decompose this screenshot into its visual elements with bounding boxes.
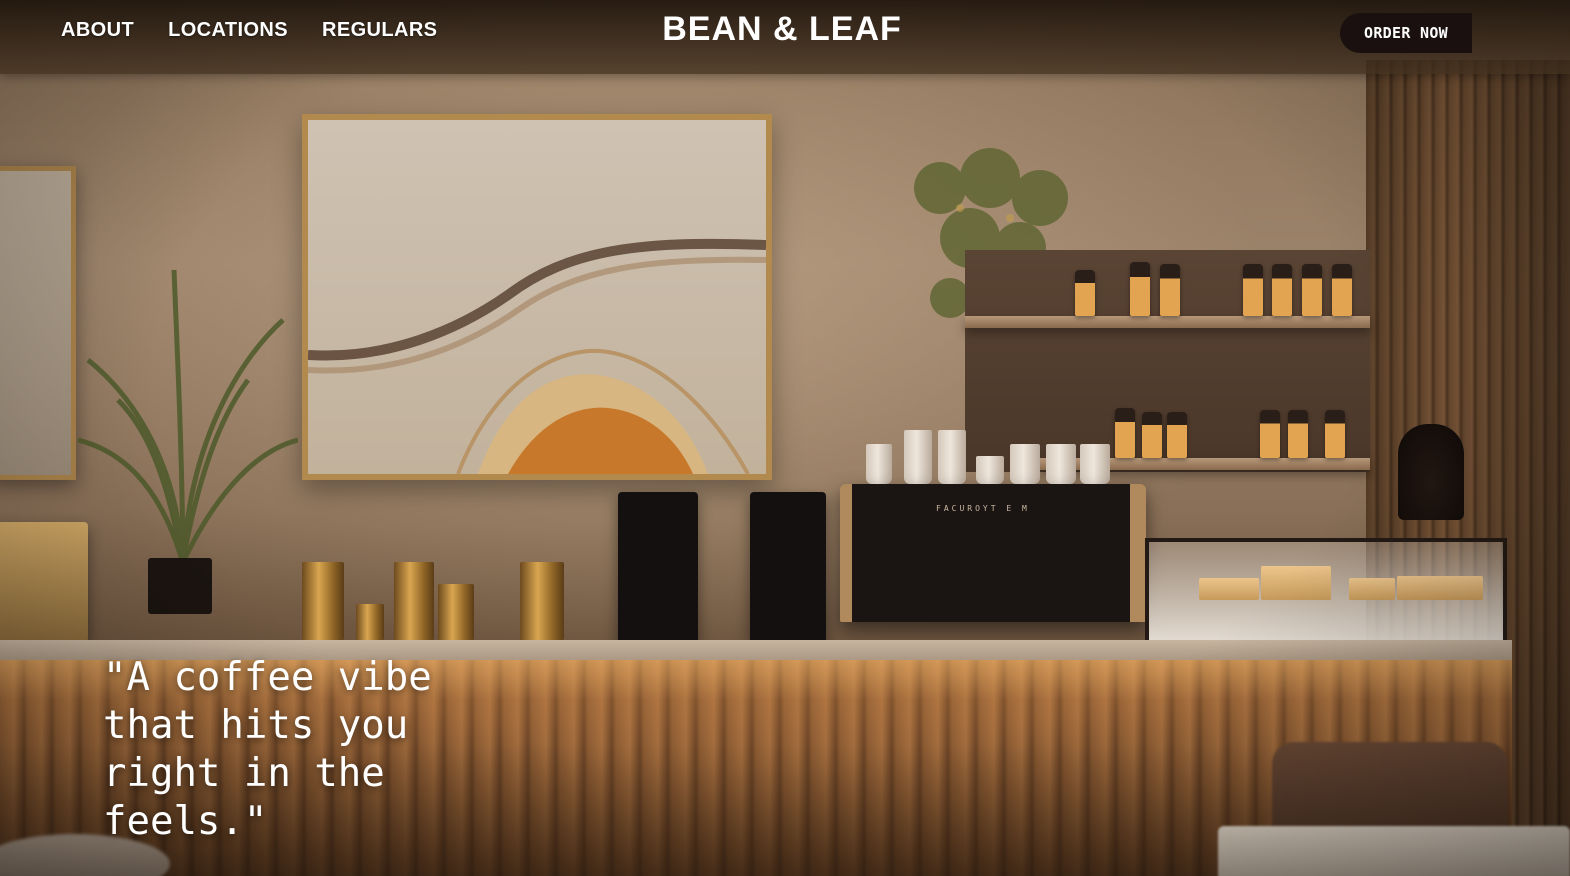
site-header: ABOUT LOCATIONS REGULARS BEAN & LEAF ORD…: [0, 0, 1570, 74]
hero-quote: "A coffee vibe that hits you right in th…: [103, 655, 432, 844]
brand-logo[interactable]: BEAN & LEAF: [0, 10, 1570, 49]
brand-name: BEAN & LEAF: [662, 10, 902, 48]
order-now-button[interactable]: ORDER NOW: [1340, 13, 1472, 53]
